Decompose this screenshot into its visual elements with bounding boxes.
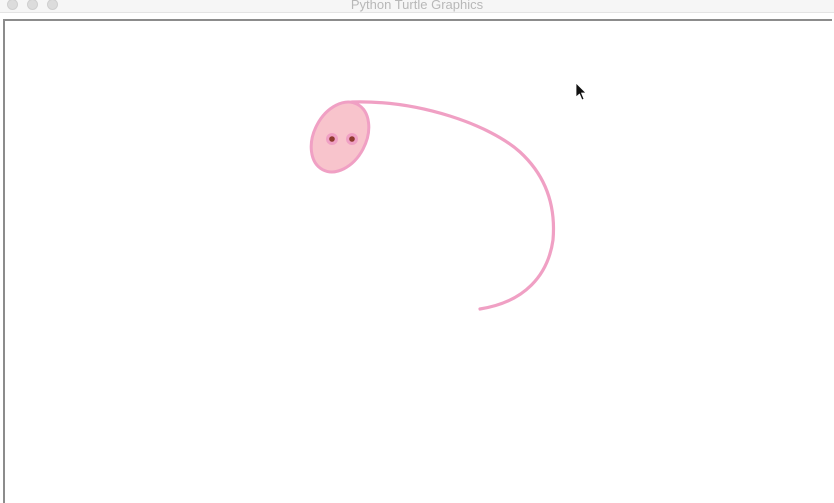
turtle-tail-curve: [350, 100, 556, 311]
turtle-head: [309, 100, 371, 174]
left-eye: [329, 136, 335, 142]
turtle-drawing: [309, 82, 587, 311]
right-eye: [349, 136, 355, 142]
turtle-window: Python Turtle Graphics: [0, 0, 834, 503]
mouse-pointer-icon: [575, 82, 587, 101]
